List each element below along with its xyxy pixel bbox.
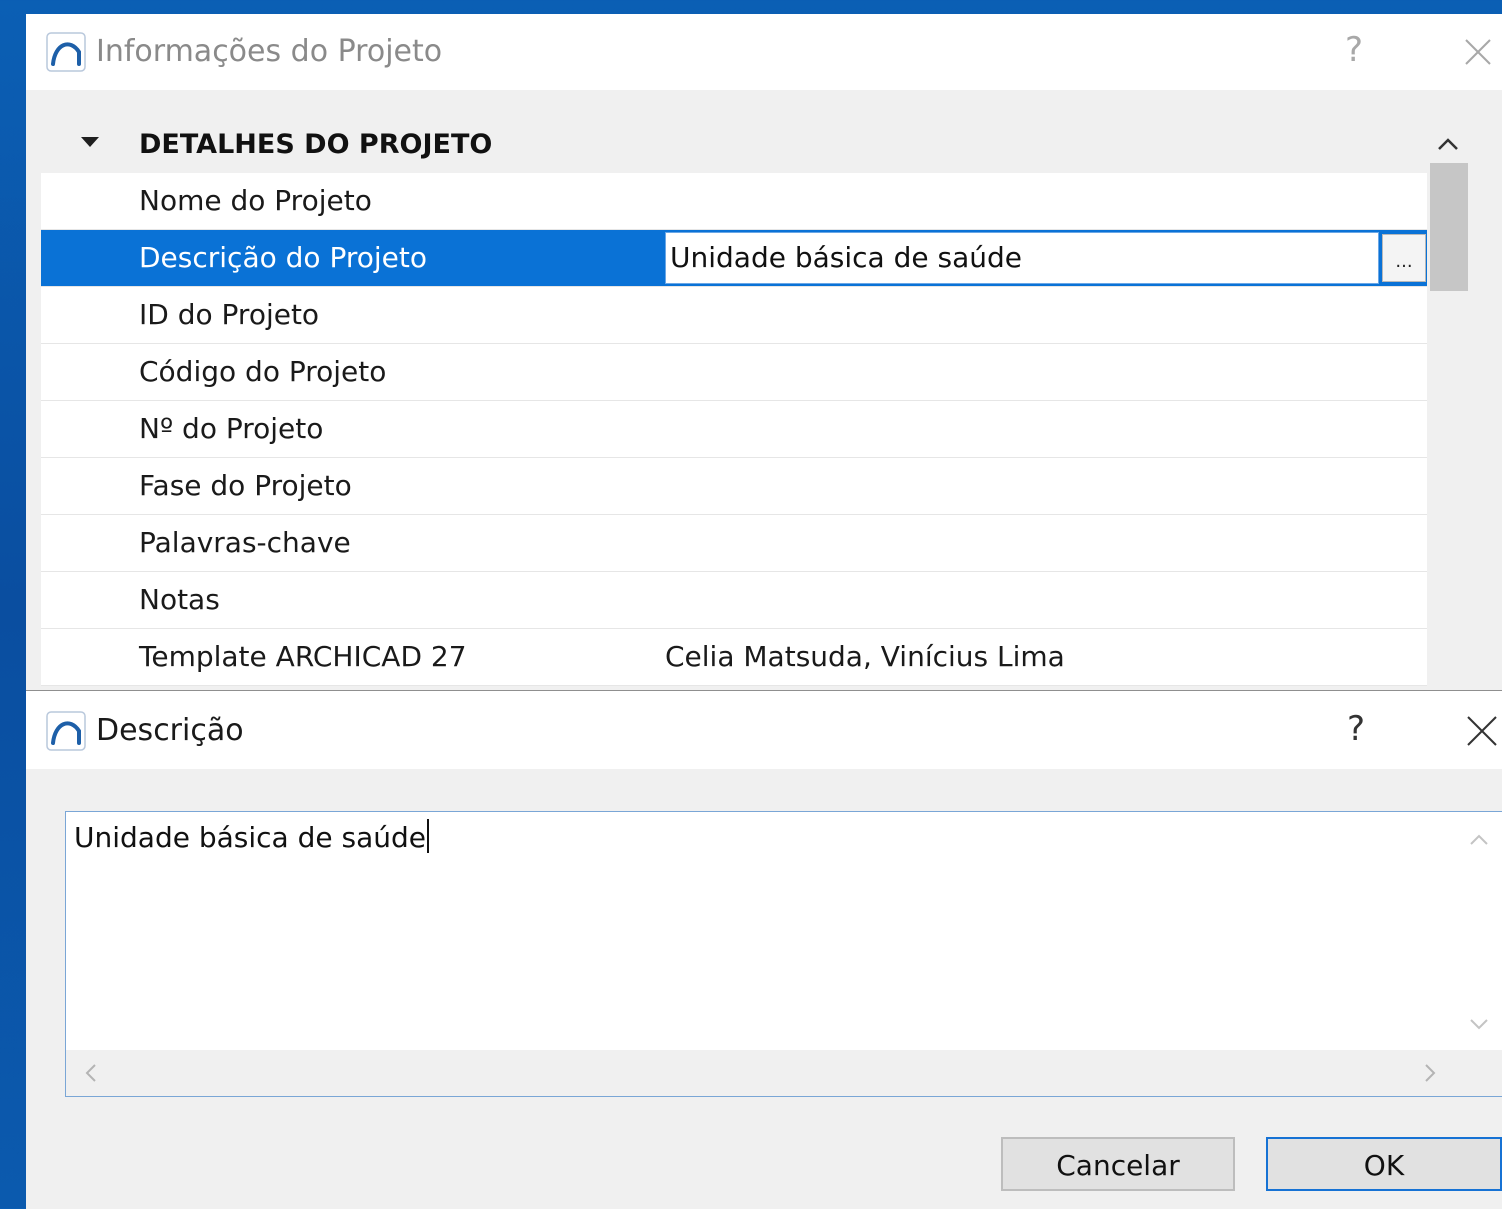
description-edit-text[interactable]: Unidade básica de saúde bbox=[670, 233, 1022, 283]
scrollbar-thumb[interactable] bbox=[1430, 163, 1468, 291]
description-textarea[interactable]: Unidade básica de saúde bbox=[65, 811, 1502, 1097]
group-header-label: DETALHES DO PROJETO bbox=[139, 129, 493, 160]
table-row-project-name[interactable]: Nome do Projeto bbox=[41, 173, 1427, 230]
table-row-project-number[interactable]: Nº do Projeto bbox=[41, 401, 1427, 458]
caret-down-icon[interactable] bbox=[81, 137, 99, 147]
textarea-horizontal-scrollbar[interactable] bbox=[66, 1050, 1456, 1096]
table-row-keywords[interactable]: Palavras-chave bbox=[41, 515, 1427, 572]
description-dialog: Descrição ? Unidade básica de saúde Canc… bbox=[26, 690, 1502, 1209]
help-button[interactable]: ? bbox=[1334, 30, 1374, 70]
table-row-project-id[interactable]: ID do Projeto bbox=[41, 287, 1427, 344]
ok-button[interactable]: OK bbox=[1266, 1137, 1502, 1191]
table-row-notes[interactable]: Notas bbox=[41, 572, 1427, 629]
row-label: Template ARCHICAD 27 bbox=[139, 640, 467, 673]
textarea-vertical-scrollbar[interactable] bbox=[1456, 812, 1502, 1048]
scroll-down-icon[interactable] bbox=[1467, 1012, 1491, 1036]
scroll-left-icon[interactable] bbox=[79, 1061, 103, 1085]
scroll-up-icon[interactable] bbox=[1467, 828, 1491, 852]
table-row-template[interactable]: Template ARCHICAD 27 Celia Matsuda, Viní… bbox=[41, 629, 1427, 686]
row-value[interactable]: Celia Matsuda, Vinícius Lima bbox=[665, 629, 1065, 685]
cancel-button[interactable]: Cancelar bbox=[1001, 1137, 1235, 1191]
project-details-table: DETALHES DO PROJETO Nome do Projeto Desc… bbox=[41, 117, 1427, 686]
project-info-titlebar[interactable]: Informações do Projeto ? bbox=[26, 14, 1502, 90]
row-label: Nº do Projeto bbox=[139, 412, 324, 445]
description-text[interactable]: Unidade básica de saúde bbox=[74, 818, 429, 858]
scrollbar-corner bbox=[1456, 1050, 1502, 1096]
group-header-project-details[interactable]: DETALHES DO PROJETO bbox=[41, 117, 1427, 173]
row-label: ID do Projeto bbox=[139, 298, 320, 331]
archicad-logo-icon bbox=[46, 32, 86, 72]
help-button[interactable]: ? bbox=[1336, 709, 1376, 749]
table-row-project-description[interactable]: Descrição do Projeto Unidade básica de s… bbox=[41, 230, 1427, 287]
close-icon[interactable] bbox=[1458, 32, 1498, 72]
row-label: Descrição do Projeto bbox=[139, 241, 427, 274]
dialog-title: Descrição bbox=[96, 713, 244, 748]
scroll-right-icon[interactable] bbox=[1418, 1061, 1442, 1085]
row-label: Nome do Projeto bbox=[139, 184, 372, 217]
table-row-project-phase[interactable]: Fase do Projeto bbox=[41, 458, 1427, 515]
description-titlebar[interactable]: Descrição ? bbox=[26, 691, 1502, 769]
row-label: Notas bbox=[139, 583, 220, 616]
scroll-up-icon[interactable] bbox=[1436, 135, 1460, 153]
row-label: Fase do Projeto bbox=[139, 469, 352, 502]
archicad-logo-icon bbox=[46, 711, 86, 751]
description-edit-field[interactable]: Unidade básica de saúde bbox=[665, 232, 1379, 284]
row-label: Código do Projeto bbox=[139, 355, 387, 388]
close-icon[interactable] bbox=[1462, 711, 1502, 751]
row-label: Palavras-chave bbox=[139, 526, 351, 559]
table-vertical-scrollbar[interactable] bbox=[1428, 117, 1470, 697]
table-row-project-code[interactable]: Código do Projeto bbox=[41, 344, 1427, 401]
more-options-button[interactable]: ... bbox=[1382, 234, 1426, 282]
dialog-title: Informações do Projeto bbox=[96, 34, 443, 69]
text-cursor bbox=[427, 819, 429, 853]
